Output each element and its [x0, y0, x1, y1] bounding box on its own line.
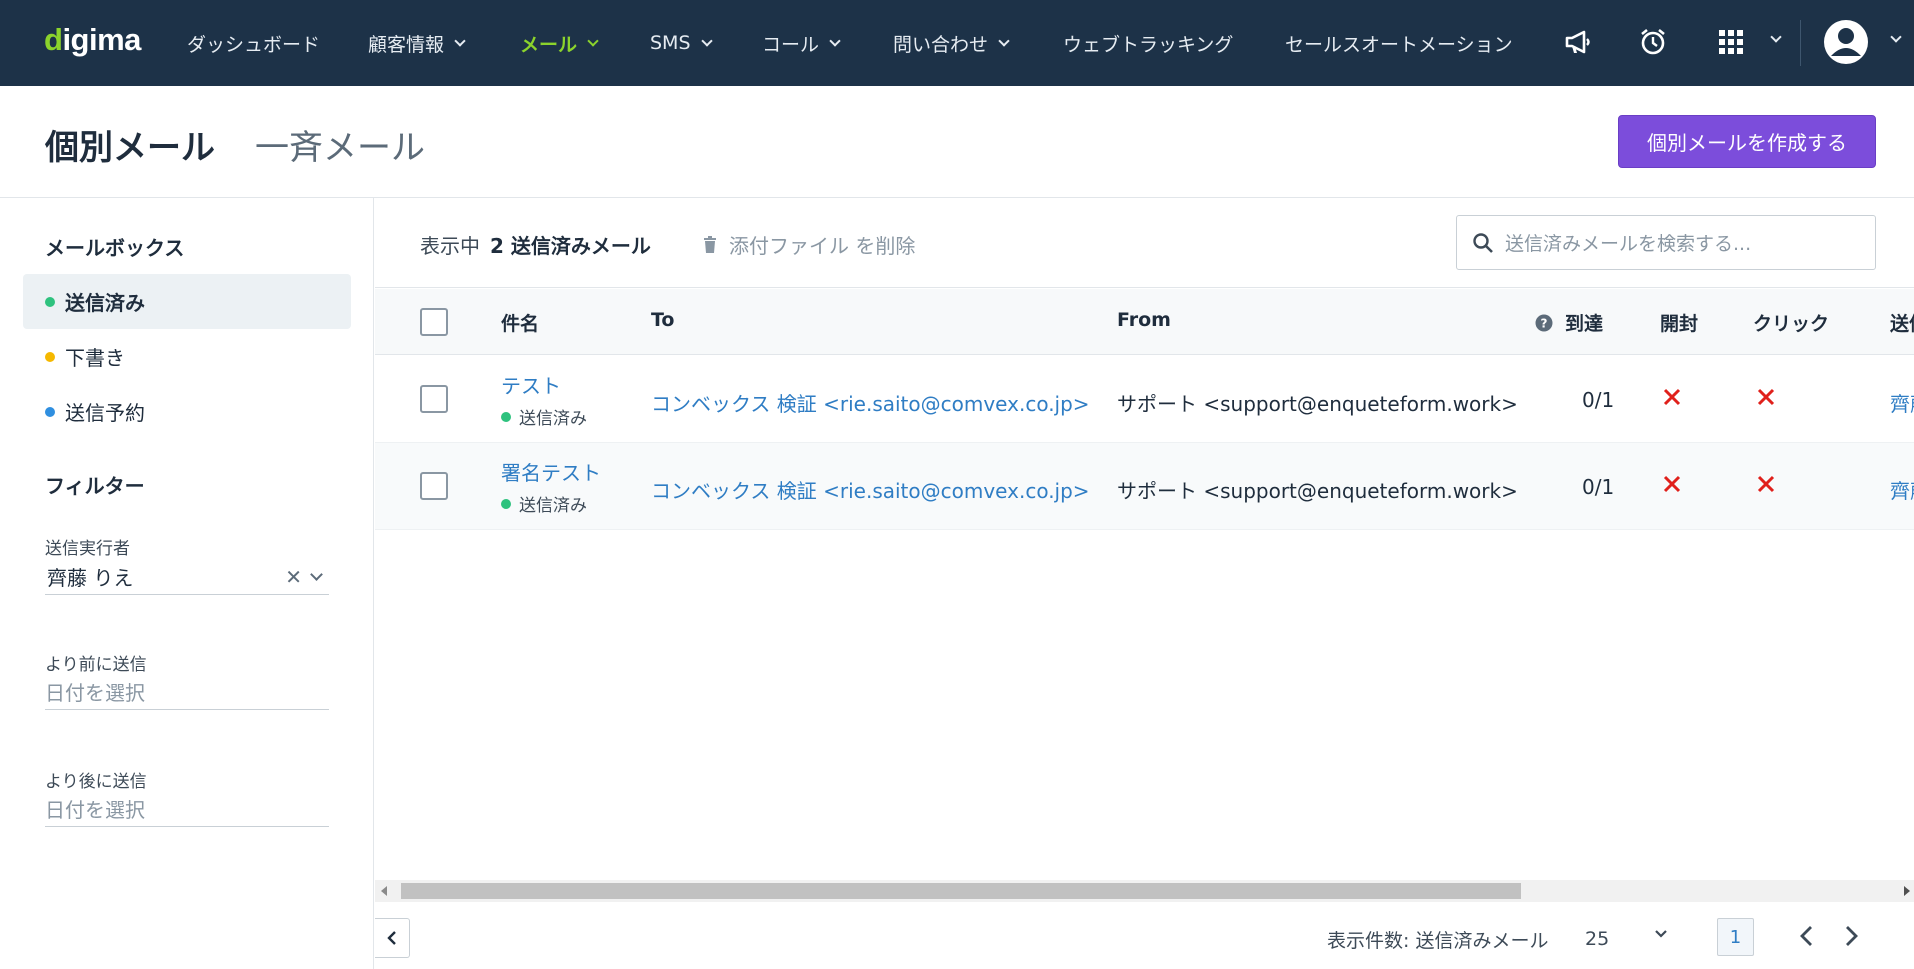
nav-item-dashboard[interactable]: ダッシュボード — [187, 28, 320, 58]
sidebar: メールボックス 送信済み 下書き 送信予約 フィルター 送信実行者 齊藤 りえ … — [0, 198, 374, 969]
trash-icon — [704, 236, 716, 253]
nav-divider — [1800, 20, 1801, 66]
delivered-count: 0/1 — [1582, 388, 1615, 412]
status-dot-icon — [501, 498, 511, 509]
page-header: 個別メール 一斉メール 個別メールを作成する — [0, 86, 1914, 198]
column-opened[interactable]: 開封 — [1660, 309, 1698, 336]
clear-icon[interactable]: ✕ — [285, 565, 302, 589]
scroll-left-arrow-icon[interactable] — [381, 886, 387, 896]
per-page-select[interactable]: 25 — [1585, 928, 1609, 950]
list-toolbar: 表示中 2 送信済みメール 添付ファイル を削除 送信済みメールを検索する... — [375, 198, 1914, 288]
mail-status: 送信済み — [501, 404, 587, 429]
sender-address: サポート <support@enqueteform.work> — [1117, 479, 1518, 503]
sender-user-link[interactable]: 齊藤 — [1890, 388, 1914, 417]
column-delivered[interactable]: ? 到達 — [1535, 309, 1603, 336]
nav-item-customers[interactable]: 顧客情報 — [368, 28, 466, 58]
column-subject[interactable]: 件名 — [501, 309, 539, 336]
chevron-down-icon[interactable] — [310, 568, 323, 581]
status-dot-icon — [45, 296, 55, 307]
megaphone-icon[interactable] — [1560, 24, 1596, 60]
main-content: 表示中 2 送信済みメール 添付ファイル を削除 送信済みメールを検索する... … — [375, 198, 1914, 969]
status-dot-icon — [501, 411, 511, 422]
svg-text:?: ? — [1541, 316, 1548, 330]
mailbox-scheduled[interactable]: 送信予約 — [23, 384, 351, 439]
search-input[interactable]: 送信済みメールを検索する... — [1456, 215, 1876, 270]
chevron-down-icon — [587, 34, 599, 47]
row-checkbox[interactable] — [420, 472, 448, 500]
tab-individual-mail[interactable]: 個別メール — [45, 120, 215, 169]
sent-after-label: より後に送信 — [45, 772, 147, 792]
recipient-link[interactable]: コンベックス 検証 <rie.saito@comvex.co.jp> — [651, 475, 1090, 504]
apps-grid-icon[interactable] — [1713, 24, 1749, 60]
select-all-checkbox[interactable] — [420, 308, 448, 336]
chevron-down-icon — [998, 34, 1010, 47]
table-row[interactable]: 署名テスト 送信済み コンベックス 検証 <rie.saito@comvex.c… — [375, 443, 1914, 530]
sender-filter-label: 送信実行者 — [45, 539, 130, 559]
sender-user-link[interactable]: 齊藤 — [1890, 475, 1914, 504]
delivered-count: 0/1 — [1582, 475, 1615, 499]
nav-item-web-tracking[interactable]: ウェブトラッキング — [1063, 28, 1233, 58]
chevron-down-icon — [829, 34, 841, 47]
tab-bulk-mail[interactable]: 一斉メール — [255, 120, 425, 169]
status-dot-icon — [45, 406, 55, 417]
digima-logo[interactable]: digima — [44, 22, 141, 58]
collapse-sidebar-button[interactable] — [375, 918, 410, 958]
not-opened-icon — [1663, 475, 1681, 497]
mail-subject-link[interactable]: テスト — [501, 370, 561, 399]
sender-address: サポート <support@enqueteform.work> — [1117, 392, 1518, 416]
per-page-label: 表示件数: 送信済みメール — [1327, 930, 1549, 952]
mailbox-drafts[interactable]: 下書き — [23, 329, 351, 384]
recipient-link[interactable]: コンベックス 検証 <rie.saito@comvex.co.jp> — [651, 388, 1090, 417]
column-to[interactable]: To — [651, 309, 675, 331]
create-individual-mail-button[interactable]: 個別メールを作成する — [1618, 115, 1876, 168]
nav-item-sales-automation[interactable]: セールスオートメーション — [1285, 28, 1513, 58]
nav-item-call[interactable]: コール — [762, 28, 841, 58]
not-clicked-icon — [1757, 475, 1775, 497]
nav-item-mail[interactable]: メール — [520, 28, 599, 58]
chevron-down-icon[interactable] — [1653, 926, 1669, 942]
mailbox-heading: メールボックス — [45, 236, 185, 260]
next-page-icon[interactable] — [1841, 924, 1861, 948]
column-from[interactable]: From — [1117, 309, 1171, 331]
horizontal-scrollbar[interactable] — [375, 880, 1914, 902]
previous-page-icon[interactable] — [1797, 924, 1817, 948]
chevron-down-icon[interactable] — [1770, 31, 1782, 43]
scrollbar-thumb[interactable] — [401, 883, 1521, 899]
table-row[interactable]: テスト 送信済み コンベックス 検証 <rie.saito@comvex.co.… — [375, 356, 1914, 443]
nav-item-sms[interactable]: SMS — [650, 28, 713, 58]
column-sender[interactable]: 送信 — [1890, 309, 1914, 336]
page-number-current[interactable]: 1 — [1717, 918, 1754, 956]
chevron-left-icon — [387, 931, 396, 945]
chevron-down-icon — [454, 34, 466, 47]
filter-heading: フィルター — [45, 474, 145, 498]
status-dot-icon — [45, 351, 55, 362]
chevron-down-icon — [700, 34, 713, 47]
mail-status: 送信済み — [501, 491, 587, 516]
mail-subject-link[interactable]: 署名テスト — [501, 457, 601, 486]
alarm-clock-icon[interactable] — [1635, 24, 1671, 60]
not-opened-icon — [1663, 388, 1681, 410]
sent-after-date-input[interactable]: 日付を選択 — [45, 791, 329, 827]
chevron-down-icon[interactable] — [1890, 31, 1902, 43]
user-avatar-icon[interactable] — [1822, 18, 1870, 66]
search-icon — [1473, 233, 1493, 253]
pagination-bar: 表示件数: 送信済みメール 25 1 — [375, 902, 1914, 969]
showing-count: 表示中 2 送信済みメール — [420, 234, 651, 258]
delete-attachments-button[interactable]: 添付ファイル を削除 — [703, 230, 915, 259]
mailbox-sent[interactable]: 送信済み — [23, 274, 351, 329]
not-clicked-icon — [1757, 388, 1775, 410]
sent-before-date-input[interactable]: 日付を選択 — [45, 674, 329, 710]
nav-item-inquiries[interactable]: 問い合わせ — [893, 28, 1010, 58]
top-navigation-bar: digima ダッシュボード 顧客情報 メール SMS コール 問い合わせ ウェ… — [0, 0, 1914, 86]
help-icon[interactable]: ? — [1535, 314, 1553, 332]
sent-before-label: より前に送信 — [45, 655, 147, 675]
table-header: 件名 To From ? 到達 開封 クリック 送信 — [375, 289, 1914, 355]
sender-filter-select[interactable]: 齊藤 りえ ✕ — [45, 559, 329, 595]
row-checkbox[interactable] — [420, 385, 448, 413]
column-clicked[interactable]: クリック — [1753, 309, 1829, 336]
scroll-right-arrow-icon[interactable] — [1904, 886, 1910, 896]
